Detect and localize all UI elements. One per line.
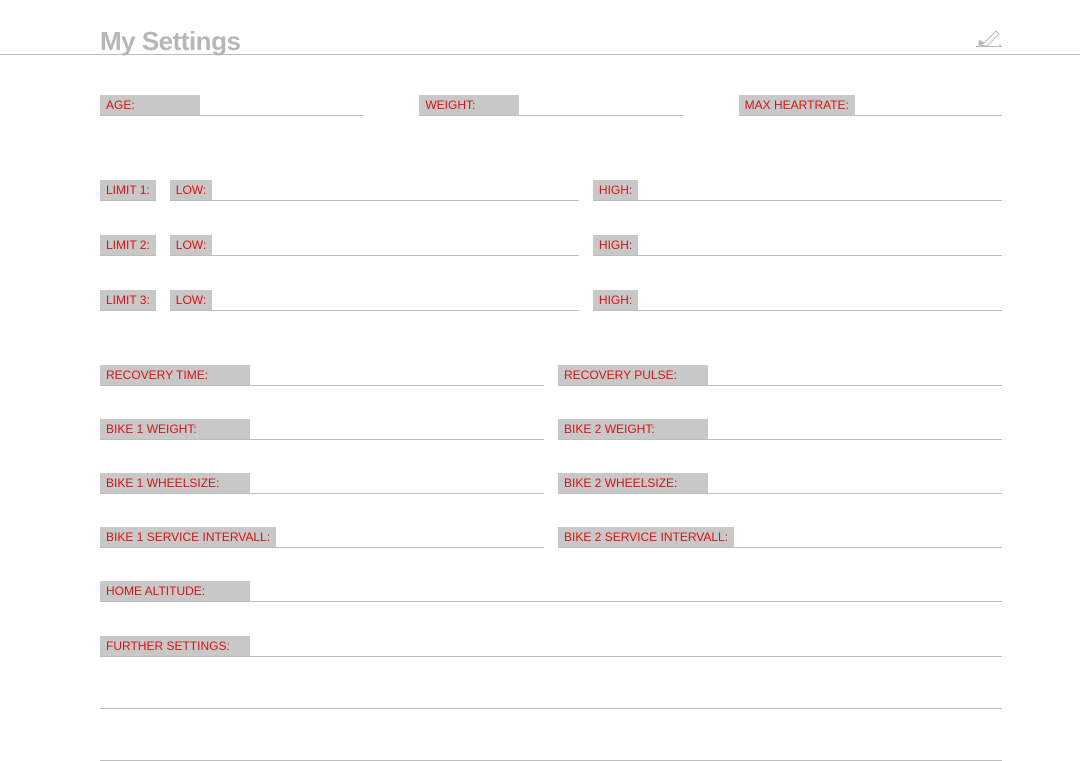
label-bike1-service: BIKE 1 SERVICE INTERVALL:	[100, 527, 276, 547]
label-bike1-weight: BIKE 1 WEIGHT:	[100, 419, 250, 439]
blank-line-1[interactable]	[100, 691, 1002, 709]
field-bike2-weight[interactable]: BIKE 2 WEIGHT:	[558, 419, 1002, 440]
label-max-heartrate: MAX HEARTRATE:	[739, 95, 855, 115]
label-limit-3: LIMIT 3:	[100, 290, 156, 311]
label-recovery-pulse: RECOVERY PULSE:	[558, 365, 708, 385]
field-recovery-time[interactable]: RECOVERY TIME:	[100, 365, 544, 386]
label-further-settings: FURTHER SETTINGS:	[100, 636, 250, 656]
field-recovery-pulse[interactable]: RECOVERY PULSE:	[558, 365, 1002, 386]
label-limit1-low: LOW:	[170, 180, 212, 200]
label-recovery-time: RECOVERY TIME:	[100, 365, 250, 385]
field-age[interactable]: AGE:	[100, 95, 363, 116]
field-max-heartrate[interactable]: MAX HEARTRATE:	[739, 95, 1002, 116]
row-limit-2: LIMIT 2: LOW: HIGH:	[100, 235, 1002, 256]
row-bike-wheelsize: BIKE 1 WHEELSIZE: BIKE 2 WHEELSIZE:	[100, 473, 1002, 494]
label-bike1-wheelsize: BIKE 1 WHEELSIZE:	[100, 473, 250, 493]
row-limit-1: LIMIT 1: LOW: HIGH:	[100, 180, 1002, 201]
row-recovery: RECOVERY TIME: RECOVERY PULSE:	[100, 365, 1002, 386]
field-limit1-low[interactable]: LOW:	[170, 180, 579, 201]
label-limit1-high: HIGH:	[593, 180, 638, 200]
field-limit2-low[interactable]: LOW:	[170, 235, 579, 256]
field-bike1-wheelsize[interactable]: BIKE 1 WHEELSIZE:	[100, 473, 544, 494]
field-limit1-high[interactable]: HIGH:	[593, 180, 1002, 201]
label-limit3-high: HIGH:	[593, 290, 638, 310]
row-basic: AGE: WEIGHT: MAX HEARTRATE:	[100, 95, 1002, 116]
row-bike-service: BIKE 1 SERVICE INTERVALL: BIKE 2 SERVICE…	[100, 527, 1002, 548]
row-limit-3: LIMIT 3: LOW: HIGH:	[100, 290, 1002, 311]
label-bike2-wheelsize: BIKE 2 WHEELSIZE:	[558, 473, 708, 493]
label-age: AGE:	[100, 95, 200, 115]
field-home-altitude[interactable]: HOME ALTITUDE:	[100, 581, 1002, 602]
field-bike2-service[interactable]: BIKE 2 SERVICE INTERVALL:	[558, 527, 1002, 548]
edit-icon	[976, 27, 1002, 52]
row-bike-weight: BIKE 1 WEIGHT: BIKE 2 WEIGHT:	[100, 419, 1002, 440]
page-title: My Settings	[100, 28, 240, 54]
label-limit-1: LIMIT 1:	[100, 180, 156, 201]
settings-form: AGE: WEIGHT: MAX HEARTRATE: LIMIT 1: LOW…	[100, 55, 1002, 761]
field-limit3-high[interactable]: HIGH:	[593, 290, 1002, 311]
label-limit3-low: LOW:	[170, 290, 212, 310]
label-limit2-low: LOW:	[170, 235, 212, 255]
field-weight[interactable]: WEIGHT:	[419, 95, 682, 116]
field-bike1-service[interactable]: BIKE 1 SERVICE INTERVALL:	[100, 527, 544, 548]
field-bike2-wheelsize[interactable]: BIKE 2 WHEELSIZE:	[558, 473, 1002, 494]
label-home-altitude: HOME ALTITUDE:	[100, 581, 250, 601]
field-bike1-weight[interactable]: BIKE 1 WEIGHT:	[100, 419, 544, 440]
field-further-settings[interactable]: FURTHER SETTINGS:	[100, 636, 1002, 657]
field-limit3-low[interactable]: LOW:	[170, 290, 579, 311]
label-limit-2: LIMIT 2:	[100, 235, 156, 256]
field-limit2-high[interactable]: HIGH:	[593, 235, 1002, 256]
label-limit2-high: HIGH:	[593, 235, 638, 255]
label-bike2-weight: BIKE 2 WEIGHT:	[558, 419, 708, 439]
label-bike2-service: BIKE 2 SERVICE INTERVALL:	[558, 527, 734, 547]
label-weight: WEIGHT:	[419, 95, 519, 115]
blank-line-2[interactable]	[100, 743, 1002, 761]
page-header: My Settings	[0, 0, 1080, 55]
